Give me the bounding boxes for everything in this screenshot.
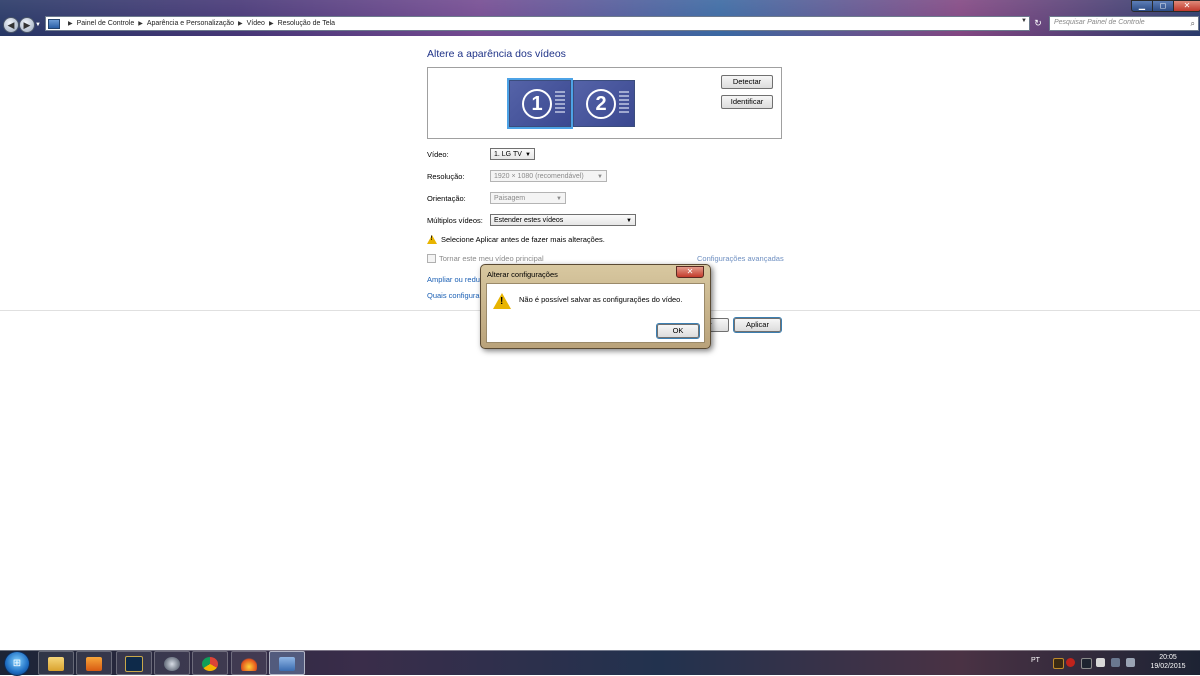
taskbar-league-of-legends[interactable]	[116, 651, 152, 675]
monitor-number: 1	[522, 89, 552, 119]
clock-date: 19/02/2015	[1150, 663, 1186, 670]
multiple-displays-select[interactable]: Estender estes vídeos ▼	[490, 214, 636, 226]
steam-icon	[164, 656, 180, 671]
arrow-left-icon: ◀	[7, 20, 15, 30]
windows-logo-icon: ⊞	[12, 658, 22, 669]
resolution-value: 1920 × 1080 (recomendável)	[494, 173, 584, 180]
multiple-displays-value: Estender estes vídeos	[494, 217, 564, 224]
breadcrumb-screen-resolution[interactable]: Resolução de Tela	[278, 20, 335, 27]
taskbar-flame-app[interactable]	[231, 651, 267, 675]
warning-icon	[493, 293, 511, 309]
ok-button[interactable]: OK	[656, 323, 700, 339]
tray-flag-icon[interactable]	[1096, 658, 1105, 667]
control-panel-icon	[48, 18, 60, 29]
chevron-right-icon[interactable]: ▶	[269, 20, 274, 27]
primary-display-option: Tornar este meu vídeo principal	[427, 254, 544, 263]
apply-warning: Selecione Aplicar antes de fazer mais al…	[427, 235, 605, 244]
monitor-grid-decoration	[555, 91, 565, 113]
league-of-legends-icon	[125, 655, 143, 672]
tray-clock[interactable]: 20:05 19/02/2015	[1140, 653, 1196, 671]
advanced-settings-link[interactable]: Configurações avançadas	[697, 254, 784, 263]
address-dropdown-icon[interactable]: ▼	[1021, 18, 1027, 24]
monitor-2[interactable]: 2	[573, 80, 635, 127]
orientation-label: Orientação:	[427, 194, 466, 203]
monitor-number: 2	[586, 89, 616, 119]
tray-red-app-icon[interactable]	[1066, 658, 1075, 667]
taskbar-media-player[interactable]	[76, 651, 112, 675]
chevron-down-icon: ▼	[556, 196, 562, 202]
taskbar-control-panel[interactable]	[269, 651, 305, 675]
refresh-icon[interactable]: ↻	[1032, 17, 1044, 29]
close-icon: ✕	[686, 267, 694, 276]
chevron-down-icon: ▼	[626, 218, 632, 224]
chevron-right-icon: ▶	[68, 21, 73, 27]
warning-icon	[427, 235, 437, 244]
taskbar-chrome[interactable]	[192, 651, 228, 675]
folder-icon	[48, 656, 64, 671]
back-button[interactable]: ◀	[3, 17, 19, 33]
flame-icon	[241, 656, 257, 671]
address-bar[interactable]: ▶ Painel de Controle ▶ Aparência e Perso…	[45, 16, 1030, 31]
display-value: 1. LG TV	[494, 151, 522, 158]
resolution-select: 1920 × 1080 (recomendável) ▼	[490, 170, 607, 182]
warning-text: Selecione Aplicar antes de fazer mais al…	[441, 235, 605, 244]
clock-time: 20:05	[1159, 654, 1177, 661]
search-icon[interactable]: ⌕	[1191, 19, 1195, 29]
dialog-close-button[interactable]: ✕	[676, 266, 704, 278]
tray-download-icon[interactable]	[1053, 658, 1064, 669]
dialog-body: Não é possível salvar as configurações d…	[486, 283, 705, 343]
display-select[interactable]: 1. LG TV ▼	[490, 148, 535, 160]
monitor-preview: 1 2 Detectar Identificar	[427, 67, 782, 139]
chevron-right-icon[interactable]: ▶	[138, 20, 143, 27]
dialog-message: Não é possível salvar as configurações d…	[519, 295, 683, 304]
forward-button[interactable]: ▶	[19, 17, 35, 33]
taskbar: ⊞ PT 20:05 19/02/2015	[0, 650, 1200, 676]
resolution-label: Resolução:	[427, 172, 465, 181]
which-settings-link[interactable]: Quais configura	[427, 291, 480, 300]
chevron-right-icon[interactable]: ▶	[238, 20, 243, 27]
taskbar-explorer[interactable]	[38, 651, 74, 675]
detect-button[interactable]: Detectar	[721, 75, 773, 89]
search-input[interactable]: Pesquisar Painel de Controle ⌕	[1049, 16, 1199, 31]
chevron-down-icon: ▼	[597, 174, 603, 180]
primary-display-checkbox	[427, 254, 436, 263]
primary-display-label: Tornar este meu vídeo principal	[439, 254, 544, 263]
minimize-button[interactable]: ▁	[1131, 0, 1153, 12]
maximize-button[interactable]: ◻	[1152, 0, 1174, 12]
language-indicator[interactable]: PT	[1031, 657, 1040, 664]
close-button[interactable]: ✕	[1173, 0, 1200, 12]
play-icon	[86, 656, 102, 671]
identify-button[interactable]: Identificar	[721, 95, 773, 109]
breadcrumb-appearance[interactable]: Aparência e Personalização	[147, 20, 234, 27]
chrome-icon	[202, 656, 218, 671]
orientation-select: Paisagem ▼	[490, 192, 566, 204]
orientation-value: Paisagem	[494, 195, 526, 202]
volume-icon[interactable]	[1126, 658, 1135, 667]
display-label: Vídeo:	[427, 150, 449, 159]
tray-app-icon[interactable]	[1081, 658, 1092, 669]
breadcrumb-display[interactable]: Vídeo	[247, 20, 265, 27]
chevron-down-icon: ▼	[525, 152, 531, 158]
arrow-right-icon: ▶	[23, 20, 31, 30]
enlarge-text-link[interactable]: Ampliar ou redu	[427, 275, 480, 284]
network-icon[interactable]	[1111, 658, 1120, 667]
taskbar-steam[interactable]	[154, 651, 190, 675]
search-placeholder: Pesquisar Painel de Controle	[1054, 19, 1145, 26]
control-panel-icon	[279, 656, 295, 671]
apply-button[interactable]: Aplicar	[733, 317, 782, 333]
history-dropdown-icon[interactable]: ▼	[35, 22, 41, 28]
dialog-title: Alterar configurações	[487, 270, 558, 279]
monitor-grid-decoration	[619, 91, 629, 113]
breadcrumb-control-panel[interactable]: Painel de Controle	[77, 20, 135, 27]
page-title: Altere a aparência dos vídeos	[427, 48, 566, 60]
multiple-displays-label: Múltiplos vídeos:	[427, 216, 483, 225]
error-dialog: Alterar configurações ✕ Não é possível s…	[480, 264, 711, 349]
monitor-1[interactable]: 1	[507, 78, 573, 129]
start-button[interactable]: ⊞	[4, 651, 30, 676]
